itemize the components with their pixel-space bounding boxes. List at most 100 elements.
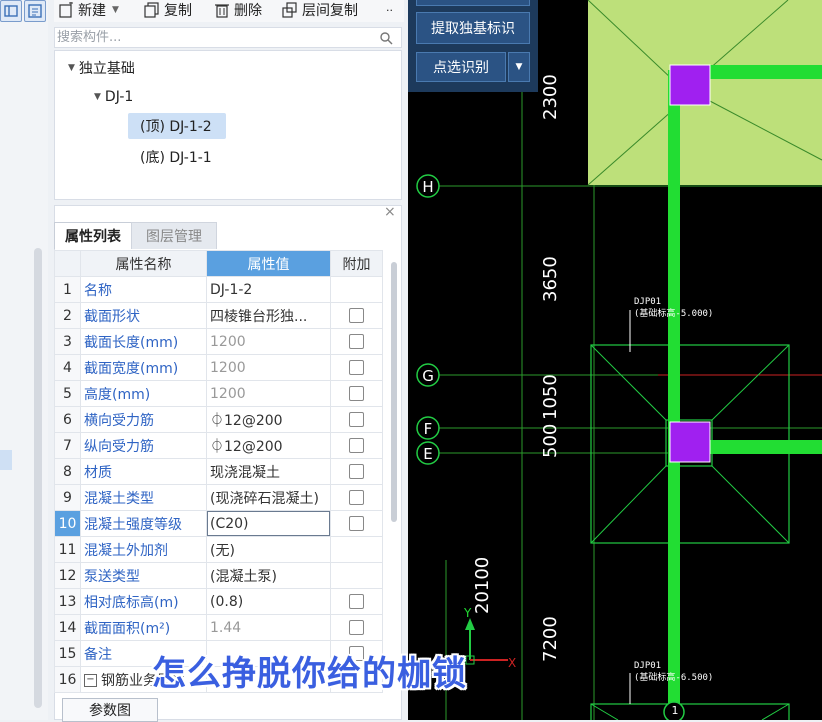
tab-layer-management[interactable]: 图层管理 <box>131 222 217 249</box>
attribute-value[interactable]: 现浇混凝土 <box>206 458 331 485</box>
attribute-value[interactable]: (现浇碎石混凝土) <box>206 484 331 511</box>
extra-checkbox[interactable] <box>349 386 364 401</box>
foundation-tag[interactable]: DJP01 (基础标高-6.500) <box>634 660 713 684</box>
table-row[interactable]: 14 截面面积(m²) 1.44 <box>54 614 383 641</box>
dimension-text: 7200 <box>540 616 561 662</box>
column-header-name[interactable]: 属性名称 <box>80 250 207 277</box>
column-top[interactable] <box>669 64 711 106</box>
attribute-value[interactable]: (0.8) <box>206 588 331 615</box>
attribute-name[interactable]: 截面面积(m²) <box>80 614 207 641</box>
cad-canvas[interactable]: H G F E 1 2300 3650 1050 500 20100 7200 … <box>408 0 822 720</box>
attribute-name[interactable]: 相对底标高(m) <box>80 588 207 615</box>
extra-checkbox[interactable] <box>349 516 364 531</box>
copy-button[interactable]: 复制 <box>144 0 192 20</box>
collapse-toggle[interactable]: − <box>84 674 97 687</box>
row-name-text: 名称 <box>84 282 112 299</box>
list-view-button[interactable] <box>24 0 46 22</box>
table-row[interactable]: 6 横向受力筋 ⏀12@200 <box>54 406 383 433</box>
tag-elevation: (基础标高-5.000) <box>634 309 714 319</box>
attribute-name[interactable]: 纵向受力筋 <box>80 432 207 459</box>
attribute-value[interactable]: 四棱锥台形独... <box>206 302 331 329</box>
tree-item-dj1-1[interactable]: (底) DJ-1-1 <box>140 145 212 169</box>
extra-checkbox[interactable] <box>349 594 364 609</box>
row-number: 9 <box>54 484 81 511</box>
extra-checkbox[interactable] <box>349 360 364 375</box>
attribute-extra <box>330 536 383 563</box>
table-row[interactable]: 2 截面形状 四棱锥台形独... <box>54 302 383 329</box>
table-row[interactable]: 9 混凝土类型 (现浇碎石混凝土) <box>54 484 383 511</box>
beam-horizontal <box>708 65 822 79</box>
attribute-name[interactable]: 截面长度(mm) <box>80 328 207 355</box>
table-row[interactable]: 12 泵送类型 (混凝土泵) <box>54 562 383 589</box>
attribute-value[interactable]: (无) <box>206 536 331 563</box>
extra-checkbox[interactable] <box>349 464 364 479</box>
table-row[interactable]: 8 材质 现浇混凝土 <box>54 458 383 485</box>
property-scrollbar[interactable] <box>391 262 397 522</box>
attribute-value[interactable]: ⏀12@200 <box>206 406 331 433</box>
toolbar-top-button[interactable] <box>416 0 530 6</box>
foundation-diagonal <box>711 344 790 421</box>
attribute-extra <box>330 432 383 459</box>
tree-item-dj1-2[interactable]: (顶) DJ-1-2 <box>140 114 212 138</box>
attribute-value[interactable]: ⏀12@200 <box>206 432 331 459</box>
caret-down-icon[interactable]: ▼ <box>94 92 101 102</box>
column-header-extra[interactable]: 附加 <box>330 250 383 277</box>
attribute-value[interactable]: 1.44 <box>206 614 331 641</box>
search-input[interactable] <box>55 28 357 46</box>
attribute-name[interactable]: 混凝土外加剂 <box>80 536 207 563</box>
attribute-name[interactable]: 混凝土类型 <box>80 484 207 511</box>
attribute-value[interactable]: (C20) <box>206 510 331 537</box>
attribute-name[interactable]: 泵送类型 <box>80 562 207 589</box>
attribute-name[interactable]: 材质 <box>80 458 207 485</box>
attribute-name[interactable]: 高度(mm) <box>80 380 207 407</box>
attribute-value[interactable]: 1200 <box>206 354 331 381</box>
row-name-text: 混凝土外加剂 <box>84 542 168 559</box>
attribute-name[interactable]: 混凝土强度等级 <box>80 510 207 537</box>
attribute-value[interactable]: 1200 <box>206 380 331 407</box>
extra-checkbox[interactable] <box>349 334 364 349</box>
table-row[interactable]: 13 相对底标高(m) (0.8) <box>54 588 383 615</box>
table-row[interactable]: 3 截面长度(mm) 1200 <box>54 328 383 355</box>
tree-item-foundation[interactable]: ▼ 独立基础 <box>68 56 135 80</box>
view-toggle-button[interactable] <box>0 0 22 22</box>
close-icon[interactable]: × <box>384 204 396 220</box>
extra-checkbox[interactable] <box>349 438 364 453</box>
table-row[interactable]: 11 混凝土外加剂 (无) <box>54 536 383 563</box>
axis-label-E: E <box>423 445 433 463</box>
attribute-name[interactable]: 名称 <box>80 276 207 303</box>
attribute-value[interactable]: 1200 <box>206 328 331 355</box>
table-row[interactable]: 5 高度(mm) 1200 <box>54 380 383 407</box>
caret-down-icon[interactable]: ▼ <box>68 63 75 73</box>
table-row[interactable]: 10 混凝土强度等级 (C20) <box>54 510 383 537</box>
attribute-name[interactable]: 截面形状 <box>80 302 207 329</box>
point-recognize-button[interactable]: 点选识别 <box>416 52 506 82</box>
left-scrollbar[interactable] <box>34 248 42 708</box>
tree-item-dj1[interactable]: ▼ DJ-1 <box>94 85 133 109</box>
tag-elevation: (基础标高-6.500) <box>634 673 714 683</box>
chevron-down-icon[interactable]: ▼ <box>112 5 119 15</box>
attribute-value[interactable]: (混凝土泵) <box>206 562 331 589</box>
floor-copy-button[interactable]: 层间复制 <box>282 0 358 20</box>
table-row[interactable]: 7 纵向受力筋 ⏀12@200 <box>54 432 383 459</box>
component-search <box>54 27 402 48</box>
foundation-tag[interactable]: DJP01 (基础标高-5.000) <box>634 296 713 320</box>
extra-checkbox[interactable] <box>349 412 364 427</box>
attribute-name[interactable]: 截面宽度(mm) <box>80 354 207 381</box>
column-middle[interactable] <box>669 421 711 463</box>
extra-checkbox[interactable] <box>349 490 364 505</box>
new-button[interactable]: 新建 ▼ <box>58 0 119 20</box>
delete-button[interactable]: 删除 <box>214 0 262 20</box>
attribute-name[interactable]: 横向受力筋 <box>80 406 207 433</box>
search-icon[interactable] <box>379 31 393 45</box>
table-row[interactable]: 1 名称 DJ-1-2 <box>54 276 383 303</box>
parameter-diagram-button[interactable]: 参数图 <box>62 698 158 722</box>
extract-foundation-label-button[interactable]: 提取独基标识 <box>416 12 530 44</box>
extra-checkbox[interactable] <box>349 308 364 323</box>
extra-checkbox[interactable] <box>349 620 364 635</box>
chevron-down-icon[interactable]: ▼ <box>508 52 530 82</box>
toolbar-more-button[interactable]: ·· <box>386 0 393 20</box>
tab-property-list[interactable]: 属性列表 <box>54 222 132 249</box>
table-row[interactable]: 4 截面宽度(mm) 1200 <box>54 354 383 381</box>
column-header-value[interactable]: 属性值 <box>206 250 331 277</box>
attribute-value[interactable]: DJ-1-2 <box>206 276 331 303</box>
